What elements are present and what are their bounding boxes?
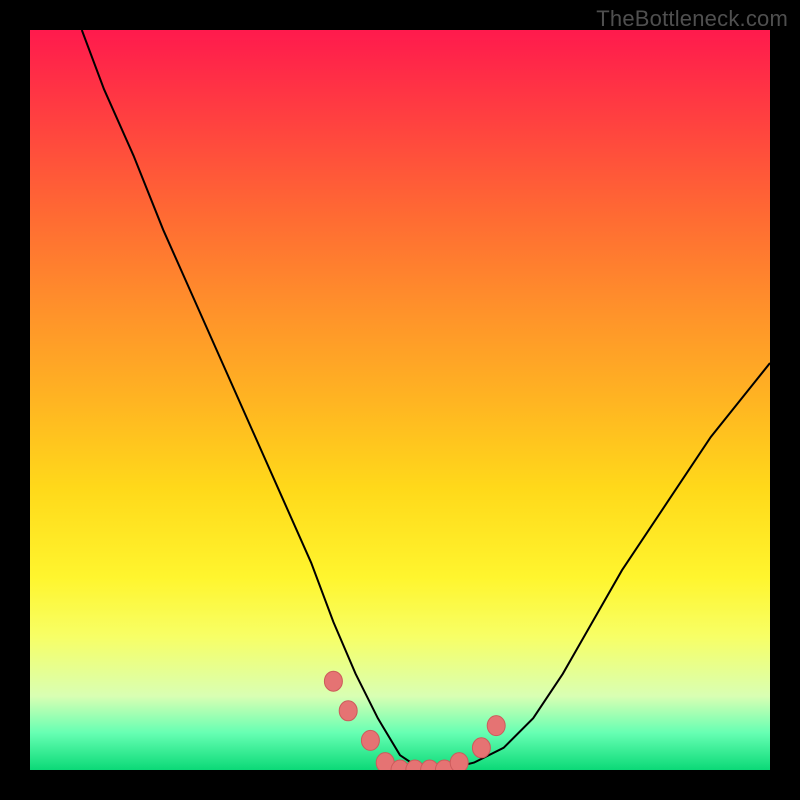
marker-group [324,671,505,770]
bottleneck-curve [82,30,770,770]
chart-frame: TheBottleneck.com [0,0,800,800]
curve-marker [361,730,379,750]
plot-area [30,30,770,770]
curve-marker [487,716,505,736]
curve-marker [472,738,490,758]
curve-marker [324,671,342,691]
curve-marker [339,701,357,721]
watermark-text: TheBottleneck.com [596,6,788,32]
curve-marker [450,753,468,770]
curve-layer [30,30,770,770]
